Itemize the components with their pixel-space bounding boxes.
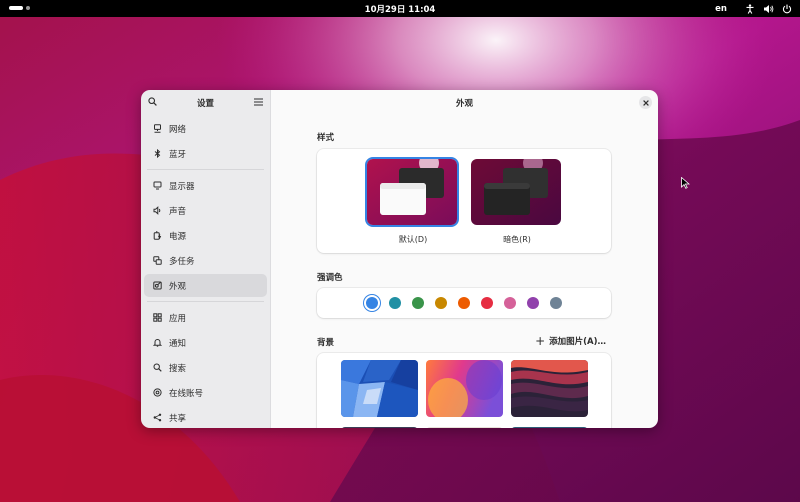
style-section-label: 样式 bbox=[317, 133, 335, 143]
close-icon bbox=[642, 99, 649, 106]
power-icon bbox=[152, 230, 163, 241]
close-button[interactable] bbox=[639, 96, 652, 109]
top-bar: 10月29日 11:04 en bbox=[0, 0, 800, 17]
sidebar-item-label: 应用 bbox=[169, 313, 187, 324]
sidebar-item-label: 在线账号 bbox=[169, 388, 204, 399]
power-icon[interactable] bbox=[782, 4, 792, 14]
sidebar-item-label: 多任务 bbox=[169, 256, 195, 267]
accent-color-swatch[interactable] bbox=[458, 297, 470, 309]
sidebar-item-apps[interactable]: 应用 bbox=[144, 306, 267, 329]
sidebar-item-sharing[interactable]: 共享 bbox=[144, 406, 267, 428]
appearance-icon bbox=[152, 280, 163, 291]
sidebar-item-display[interactable]: 显示器 bbox=[144, 174, 267, 197]
sidebar-item-label: 声音 bbox=[169, 206, 187, 217]
sidebar-item-label: 外观 bbox=[169, 281, 187, 292]
sidebar-item-label: 电源 bbox=[169, 231, 187, 242]
sidebar-item-label: 搜索 bbox=[169, 363, 187, 374]
accessibility-icon[interactable] bbox=[745, 3, 755, 14]
style-preview-light bbox=[367, 159, 457, 225]
style-option-label: 默认(D) bbox=[398, 235, 428, 244]
system-tray[interactable]: en bbox=[715, 2, 792, 15]
sidebar-item-power[interactable]: 电源 bbox=[144, 224, 267, 247]
input-language[interactable]: en bbox=[715, 4, 727, 14]
sidebar-item-notifications[interactable]: 通知 bbox=[144, 331, 267, 354]
background-thumbnail-dark-waves[interactable] bbox=[511, 360, 588, 417]
style-option-dark[interactable]: 暗色(R) bbox=[471, 159, 563, 245]
accent-color-swatch[interactable] bbox=[550, 297, 562, 309]
sidebar-item-label: 共享 bbox=[169, 413, 187, 424]
sidebar-item-label: 网络 bbox=[169, 124, 187, 135]
accent-color-swatch[interactable] bbox=[366, 297, 378, 309]
accent-swatches bbox=[317, 288, 611, 318]
sidebar-item-label: 通知 bbox=[169, 338, 187, 349]
sidebar-item-appearance[interactable]: 外观 bbox=[144, 274, 267, 297]
accent-color-swatch[interactable] bbox=[435, 297, 447, 309]
network-icon bbox=[152, 123, 163, 134]
sidebar-item-online-accounts[interactable]: 在线账号 bbox=[144, 381, 267, 404]
multitasking-icon bbox=[152, 255, 163, 266]
sidebar-item-multitasking[interactable]: 多任务 bbox=[144, 249, 267, 272]
sidebar-list: 网络 蓝牙 显示器 声音 电源 多任务 外观 应用 通知 搜索 在线账号 共享 bbox=[141, 117, 270, 428]
display-icon bbox=[152, 180, 163, 191]
accent-card bbox=[317, 288, 611, 318]
sidebar-header: 设置 bbox=[141, 90, 270, 115]
sidebar-item-network[interactable]: 网络 bbox=[144, 117, 267, 140]
style-option-default[interactable]: 默认(D) bbox=[367, 159, 459, 245]
sidebar-separator bbox=[147, 169, 264, 170]
background-section-label: 背景 bbox=[317, 338, 335, 348]
menu-icon[interactable] bbox=[254, 98, 263, 109]
share-icon bbox=[152, 412, 163, 423]
bluetooth-icon bbox=[152, 148, 163, 159]
accent-color-swatch[interactable] bbox=[527, 297, 539, 309]
accent-color-swatch[interactable] bbox=[389, 297, 401, 309]
accent-color-swatch[interactable] bbox=[412, 297, 424, 309]
sidebar-item-search[interactable]: 搜索 bbox=[144, 356, 267, 379]
sidebar-item-label: 蓝牙 bbox=[169, 149, 187, 160]
style-option-label: 暗色(R) bbox=[503, 235, 531, 244]
search-icon bbox=[152, 362, 163, 373]
sidebar-item-label: 显示器 bbox=[169, 181, 195, 192]
plus-icon: + bbox=[535, 334, 546, 348]
mouse-cursor-icon bbox=[681, 177, 690, 189]
accent-color-swatch[interactable] bbox=[481, 297, 493, 309]
style-card: 默认(D) 暗色(R) bbox=[317, 149, 611, 253]
add-picture-button[interactable]: + 添加图片(A)… bbox=[535, 335, 606, 347]
background-thumbnail[interactable] bbox=[341, 427, 418, 428]
background-thumbnail-orange-purple[interactable] bbox=[426, 360, 503, 417]
sidebar-title: 设置 bbox=[196, 99, 214, 109]
style-preview-dark bbox=[471, 159, 561, 225]
settings-sidebar: 设置 网络 蓝牙 显示器 声音 电源 多任务 外观 应用 通知 搜索 在线账号 … bbox=[141, 90, 271, 428]
background-thumbnail[interactable] bbox=[426, 427, 503, 428]
sidebar-item-bluetooth[interactable]: 蓝牙 bbox=[144, 142, 267, 165]
appearance-page: 外观 样式 默认(D) 暗色(R) 强调色 背景 + 添加图片(A)… bbox=[271, 90, 658, 428]
clock[interactable]: 10月29日 11:04 bbox=[0, 3, 800, 15]
at-icon bbox=[152, 387, 163, 398]
background-card bbox=[317, 353, 611, 428]
sound-icon bbox=[152, 205, 163, 216]
settings-window: 设置 网络 蓝牙 显示器 声音 电源 多任务 外观 应用 通知 搜索 在线账号 … bbox=[141, 90, 658, 428]
accent-color-swatch[interactable] bbox=[504, 297, 516, 309]
bell-icon bbox=[152, 337, 163, 348]
apps-icon bbox=[152, 312, 163, 323]
background-thumbnail[interactable] bbox=[511, 427, 588, 428]
sidebar-separator bbox=[147, 301, 264, 302]
sidebar-item-sound[interactable]: 声音 bbox=[144, 199, 267, 222]
background-thumbnail-blue-blocks[interactable] bbox=[341, 360, 418, 417]
add-picture-label: 添加图片(A)… bbox=[549, 337, 606, 347]
page-title: 外观 bbox=[455, 99, 473, 109]
accent-section-label: 强调色 bbox=[317, 273, 343, 283]
volume-icon[interactable] bbox=[763, 4, 774, 14]
